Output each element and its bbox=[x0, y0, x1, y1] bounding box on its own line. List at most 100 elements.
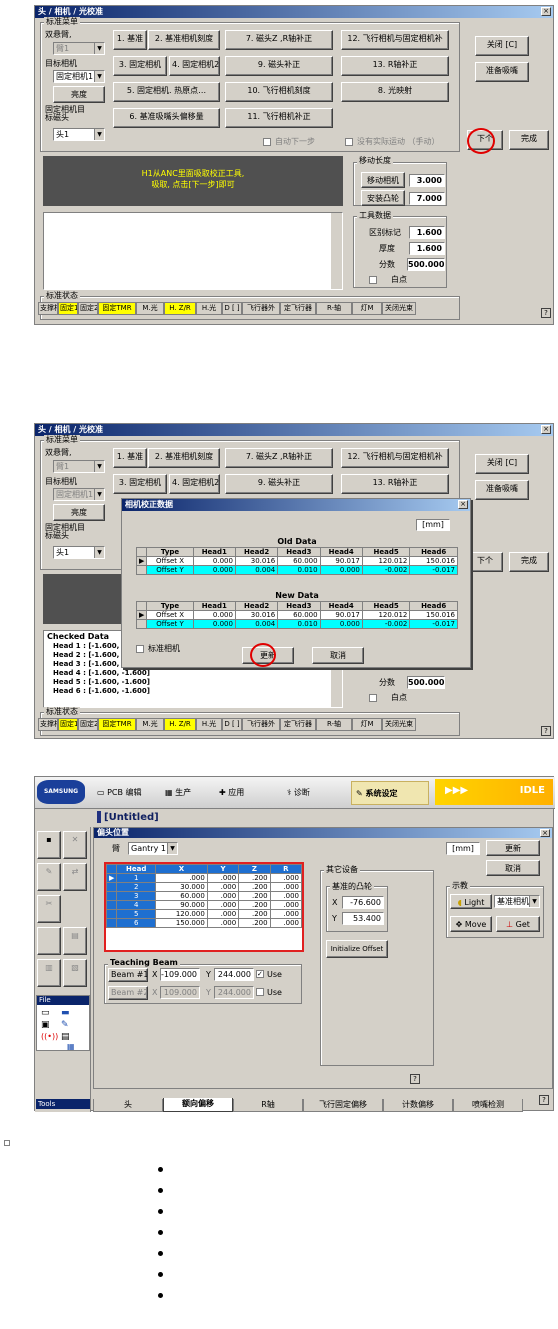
tab-direction-offset[interactable]: 额向偏移 bbox=[163, 1098, 233, 1112]
beam1-x-value[interactable]: -109.000 bbox=[160, 968, 200, 981]
region-mark-value[interactable]: 1.600 bbox=[409, 226, 445, 239]
table-row[interactable]: ▶ 1 .000 .000 .200 .000 bbox=[105, 873, 303, 883]
initialize-offset-button[interactable]: Initialize Offset bbox=[326, 940, 388, 958]
move-camera-value[interactable]: 3.000 bbox=[409, 174, 445, 187]
table-row[interactable]: 2 30.000 .000 .200 .000 bbox=[105, 882, 303, 892]
table-row[interactable]: Offset Y 0.000 0.004 0.010 0.000 -0.002 … bbox=[135, 619, 458, 629]
arm-select[interactable]: 臂1 ▼ bbox=[53, 42, 105, 55]
light-button[interactable]: ◖ Light bbox=[450, 894, 492, 909]
close-button[interactable]: 关闭 [C] bbox=[475, 454, 529, 474]
close-icon[interactable]: × bbox=[458, 500, 468, 509]
move-button[interactable]: ✥ Move bbox=[450, 916, 492, 932]
help-icon[interactable]: ? bbox=[541, 726, 551, 736]
tool-button-9[interactable]: ▧ bbox=[63, 959, 87, 987]
tab-count-offset[interactable]: 计数偏移 bbox=[383, 1099, 453, 1112]
step-button-9[interactable]: 9. 磁头补正 bbox=[225, 56, 333, 76]
tool-button-3[interactable]: ✎ bbox=[37, 863, 61, 891]
step-button-3[interactable]: 3. 固定相机 bbox=[113, 474, 167, 494]
white-point-checkbox[interactable] bbox=[369, 694, 377, 702]
close-icon[interactable]: × bbox=[540, 829, 550, 837]
install-cam-button[interactable]: 安装凸轮 bbox=[361, 190, 405, 206]
tab-flying-fixed-offset[interactable]: 飞行固定偏移 bbox=[303, 1099, 383, 1112]
doc-list-icon[interactable]: ▤ bbox=[61, 1032, 70, 1042]
target-camera-select[interactable]: 固定相机1 ▼ bbox=[53, 488, 105, 501]
nav-item-production[interactable]: ▦ 生产 bbox=[165, 783, 217, 803]
beam2-y-value[interactable]: 244.000 bbox=[214, 986, 254, 999]
table-row[interactable]: 6 150.000 .000 .200 .000 bbox=[105, 918, 303, 928]
tool-button-6[interactable] bbox=[37, 927, 61, 955]
tool-button-5[interactable]: ✂ bbox=[37, 895, 61, 923]
step-button-13[interactable]: 13. R轴补正 bbox=[341, 474, 449, 494]
arm-select[interactable]: 臂1 ▼ bbox=[53, 460, 105, 473]
table-row[interactable]: Offset Y 0.000 0.004 0.010 0.000 -0.002 … bbox=[135, 565, 458, 575]
nav-item-diagnose[interactable]: ⚕ 诊断 bbox=[287, 783, 343, 803]
step-button-12[interactable]: 12. 飞行相机与固定相机补 bbox=[341, 30, 449, 50]
nav-item-system-settings[interactable]: ✎ 系统设定 bbox=[351, 781, 429, 805]
tab-head[interactable]: 头 bbox=[93, 1099, 163, 1112]
beam1-y-value[interactable]: 244.000 bbox=[214, 968, 254, 981]
brightness-button[interactable]: 亮度 bbox=[53, 86, 105, 103]
beam2-use-checkbox[interactable] bbox=[256, 988, 264, 996]
beam2-button[interactable]: Beam #2 bbox=[108, 986, 148, 1000]
step-button-4[interactable]: 4. 固定相机2 bbox=[169, 474, 220, 494]
white-point-checkbox[interactable] bbox=[369, 276, 377, 284]
close-icon[interactable]: × bbox=[541, 7, 551, 16]
step-button-5[interactable]: 5. 固定相机. 热原点… bbox=[113, 82, 220, 102]
step-button-8[interactable]: 8. 光映射 bbox=[341, 82, 449, 102]
std-camera-checkbox[interactable] bbox=[136, 645, 144, 653]
help-icon[interactable]: ? bbox=[541, 308, 551, 318]
save-icon[interactable]: ▣ bbox=[41, 1020, 50, 1030]
table-row[interactable]: 3 60.000 .000 .200 .000 bbox=[105, 891, 303, 901]
score-value[interactable]: 500.000 bbox=[407, 258, 445, 271]
thickness-value[interactable]: 1.600 bbox=[409, 242, 445, 255]
step-button-3[interactable]: 3. 固定相机 bbox=[113, 56, 167, 76]
update-button[interactable]: 更新 bbox=[486, 840, 540, 856]
tool-button-8[interactable]: ▥ bbox=[37, 959, 61, 987]
step-button-10[interactable]: 10. 飞行相机刻度 bbox=[225, 82, 333, 102]
tab-nozzle-check[interactable]: 喷嘴检测 bbox=[453, 1099, 523, 1112]
step-button-1[interactable]: 1. 基准 bbox=[113, 30, 147, 50]
step-button-7[interactable]: 7. 磁头Z ,R轴补正 bbox=[225, 448, 333, 468]
table-row[interactable]: 4 90.000 .000 .200 .000 bbox=[105, 900, 303, 910]
folder-icon[interactable]: ▬ bbox=[61, 1008, 70, 1018]
head-select[interactable]: 头1 ▼ bbox=[53, 128, 105, 141]
ref-x-value[interactable]: -76.600 bbox=[342, 896, 384, 909]
step-button-9[interactable]: 9. 磁头补正 bbox=[225, 474, 333, 494]
step-button-11[interactable]: 11. 飞行相机补正 bbox=[225, 108, 333, 128]
cancel-button[interactable]: 取消 bbox=[486, 860, 540, 876]
target-camera-select[interactable]: 固定相机1 ▼ bbox=[53, 70, 105, 83]
step-button-6[interactable]: 6. 基准吸嘴头偏移量 bbox=[113, 108, 220, 128]
nav-item-pcb-edit[interactable]: ▭ PCB 编辑 bbox=[97, 783, 159, 803]
finish-button[interactable]: 完成 bbox=[509, 130, 549, 150]
score-value[interactable]: 500.000 bbox=[407, 676, 445, 689]
beam1-button[interactable]: Beam #1 bbox=[108, 968, 148, 982]
beam2-x-value[interactable]: 109.000 bbox=[160, 986, 200, 999]
table-row[interactable]: 5 120.000 .000 .200 .000 bbox=[105, 909, 303, 919]
tool-button-4[interactable]: ⇄ bbox=[63, 863, 87, 891]
prepare-nozzle-button[interactable]: 准备吸嘴 bbox=[475, 62, 529, 82]
step-button-2[interactable]: 2. 基准相机刻度 bbox=[148, 448, 220, 468]
beam1-use-checkbox[interactable]: ✓ bbox=[256, 970, 264, 978]
camera-select[interactable]: 基准相机1 ▼ bbox=[494, 895, 540, 908]
cancel-button[interactable]: 取消 bbox=[312, 647, 364, 664]
step-button-12[interactable]: 12. 飞行相机与固定相机补 bbox=[341, 448, 449, 468]
move-camera-button[interactable]: 移动相机 bbox=[361, 172, 405, 188]
table-row[interactable]: ▶ Offset X 0.000 30.016 60.000 90.017 12… bbox=[135, 556, 458, 566]
step-button-13[interactable]: 13. R轴补正 bbox=[341, 56, 449, 76]
step-button-2[interactable]: 2. 基准相机刻度 bbox=[148, 30, 220, 50]
step-button-1[interactable]: 1. 基准 bbox=[113, 448, 147, 468]
install-cam-value[interactable]: 7.000 bbox=[409, 192, 445, 205]
head-select[interactable]: 头1 ▼ bbox=[53, 546, 105, 559]
ref-y-value[interactable]: 53.400 bbox=[342, 912, 384, 925]
tool-button-2[interactable]: ✕ bbox=[63, 831, 87, 859]
close-icon[interactable]: × bbox=[541, 425, 551, 434]
help-icon[interactable]: ? bbox=[410, 1074, 420, 1084]
tool-button-head[interactable]: ▪ bbox=[37, 831, 61, 859]
brightness-button[interactable]: 亮度 bbox=[53, 504, 105, 521]
window-icon[interactable]: ▦ bbox=[67, 1042, 75, 1051]
table-row[interactable]: ▶ Offset X 0.000 30.016 60.000 90.017 12… bbox=[135, 610, 458, 620]
close-button[interactable]: 关闭 [C] bbox=[475, 36, 529, 56]
auto-next-checkbox[interactable] bbox=[263, 138, 271, 146]
signal-icon[interactable]: ((•)) bbox=[41, 1032, 58, 1041]
export-icon[interactable]: ✎ bbox=[61, 1020, 69, 1030]
